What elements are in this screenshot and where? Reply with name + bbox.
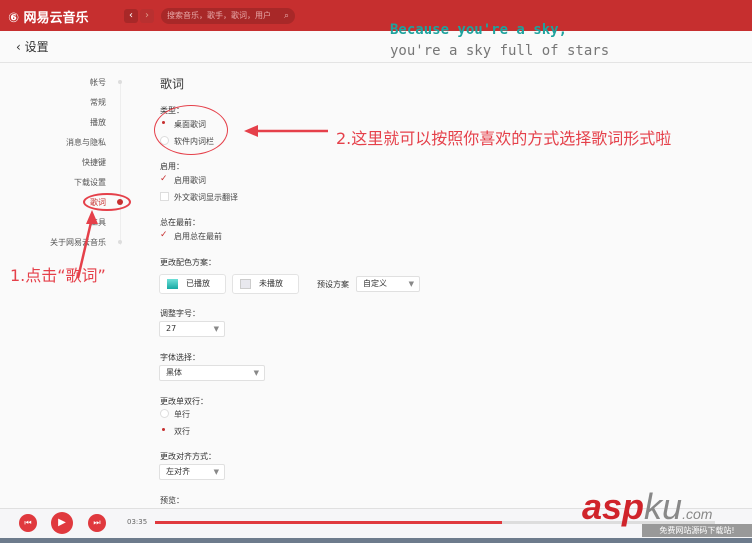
played-color-button[interactable]: 已播放 [159,274,226,294]
radio-single-line[interactable] [160,409,169,418]
lines-label: 更改单双行： [160,397,208,406]
sidebar-item-general[interactable]: 常规 [90,97,106,108]
section-title: 歌词 [160,77,185,91]
ontop-label: 总在最前： [160,218,200,227]
checkbox-enable-lyrics[interactable]: ✓ [160,175,169,184]
os-taskbar [0,538,752,543]
font-value: 黑体 [166,368,182,377]
chevron-down-icon: ▼ [253,369,259,377]
font-size-select[interactable]: 27 ▼ [159,321,225,337]
sidebar-item-shortcuts[interactable]: 快捷键 [82,157,106,168]
always-on-top-label[interactable]: 启用总在最前 [174,231,222,242]
forward-nav-button[interactable]: › [140,9,154,23]
annotation-circle [154,105,228,155]
chevron-down-icon: ▼ [408,280,414,288]
sidebar-dot [118,80,122,84]
search-input[interactable]: 搜索音乐，歌手，歌词，用户 ⌕ [161,8,295,24]
align-label: 更改对齐方式： [160,452,216,461]
page-header [0,31,752,63]
double-line-label[interactable]: 双行 [174,426,190,437]
play-button[interactable]: ▶ [51,512,73,534]
previous-track-button[interactable]: ⏮ [19,514,37,532]
color-swatch [167,279,178,289]
preview-label: 预览： [160,496,184,505]
preset-value: 自定义 [363,279,387,288]
color-scheme-label: 更改配色方案： [160,258,216,267]
checkbox-always-on-top[interactable]: ✓ [160,231,169,240]
foreign-translate-label[interactable]: 外文歌词显示翻译 [174,192,238,203]
watermark-tagline: 免费网站源码下载站! [642,524,752,537]
sidebar-item-playback[interactable]: 播放 [90,117,106,128]
page-title: 设置 [24,40,49,54]
app-title: 网易云音乐 [23,11,89,26]
sidebar-divider [120,80,121,245]
sidebar-dot [118,240,122,244]
font-size-label: 调整字号： [160,309,200,318]
search-placeholder: 搜索音乐，歌手，歌词，用户 [167,11,271,20]
unplayed-color-button[interactable]: 未播放 [232,274,299,294]
desktop-lyric-line-2[interactable]: you're a sky full of stars [390,43,609,59]
unplayed-label: 未播放 [259,279,283,288]
chevron-down-icon: ▼ [213,468,219,476]
preset-label: 预设方案 [317,280,349,289]
enable-label: 启用： [160,162,184,171]
font-size-value: 27 [166,324,177,333]
next-track-button[interactable]: ⏭ [88,514,106,532]
chevron-left-icon: ‹ [16,40,25,54]
single-line-label[interactable]: 单行 [174,409,190,420]
enable-lyrics-label[interactable]: 启用歌词 [174,175,206,186]
annotation-step-1: 1.点击“歌词” [10,266,106,285]
font-label: 字体选择： [160,353,200,362]
checkbox-foreign-translate[interactable] [160,192,169,201]
title-bar [0,0,752,31]
chevron-down-icon: ▼ [213,325,219,333]
sidebar-item-download[interactable]: 下载设置 [74,177,106,188]
progress-fill [155,521,503,524]
align-value: 左对齐 [166,467,190,476]
sidebar-item-privacy[interactable]: 消息与隐私 [66,137,106,148]
annotation-step-2: 2.这里就可以按照你喜欢的方式选择歌词形式啦 [336,129,672,148]
settings-back-button[interactable]: ‹ 设置 [16,38,49,55]
radio-double-line[interactable] [160,426,169,435]
app-logo[interactable]: ⑥ 网易云音乐 [8,7,89,26]
font-select[interactable]: 黑体 ▼ [159,365,265,381]
played-label: 已播放 [186,279,210,288]
align-select[interactable]: 左对齐 ▼ [159,464,225,480]
watermark-logo: aspku.com [582,486,713,527]
color-swatch [240,279,251,289]
current-time: 03:35 [127,518,148,526]
back-nav-button[interactable]: ‹ [124,9,138,23]
sidebar-item-account[interactable]: 帐号 [90,77,106,88]
search-icon[interactable]: ⌕ [284,8,289,24]
annotation-arrow-2 [244,125,328,137]
preset-select[interactable]: 自定义 ▼ [356,276,420,292]
annotation-circle [83,193,131,211]
desktop-lyric-line-1[interactable]: Because you're a sky, [390,22,567,38]
